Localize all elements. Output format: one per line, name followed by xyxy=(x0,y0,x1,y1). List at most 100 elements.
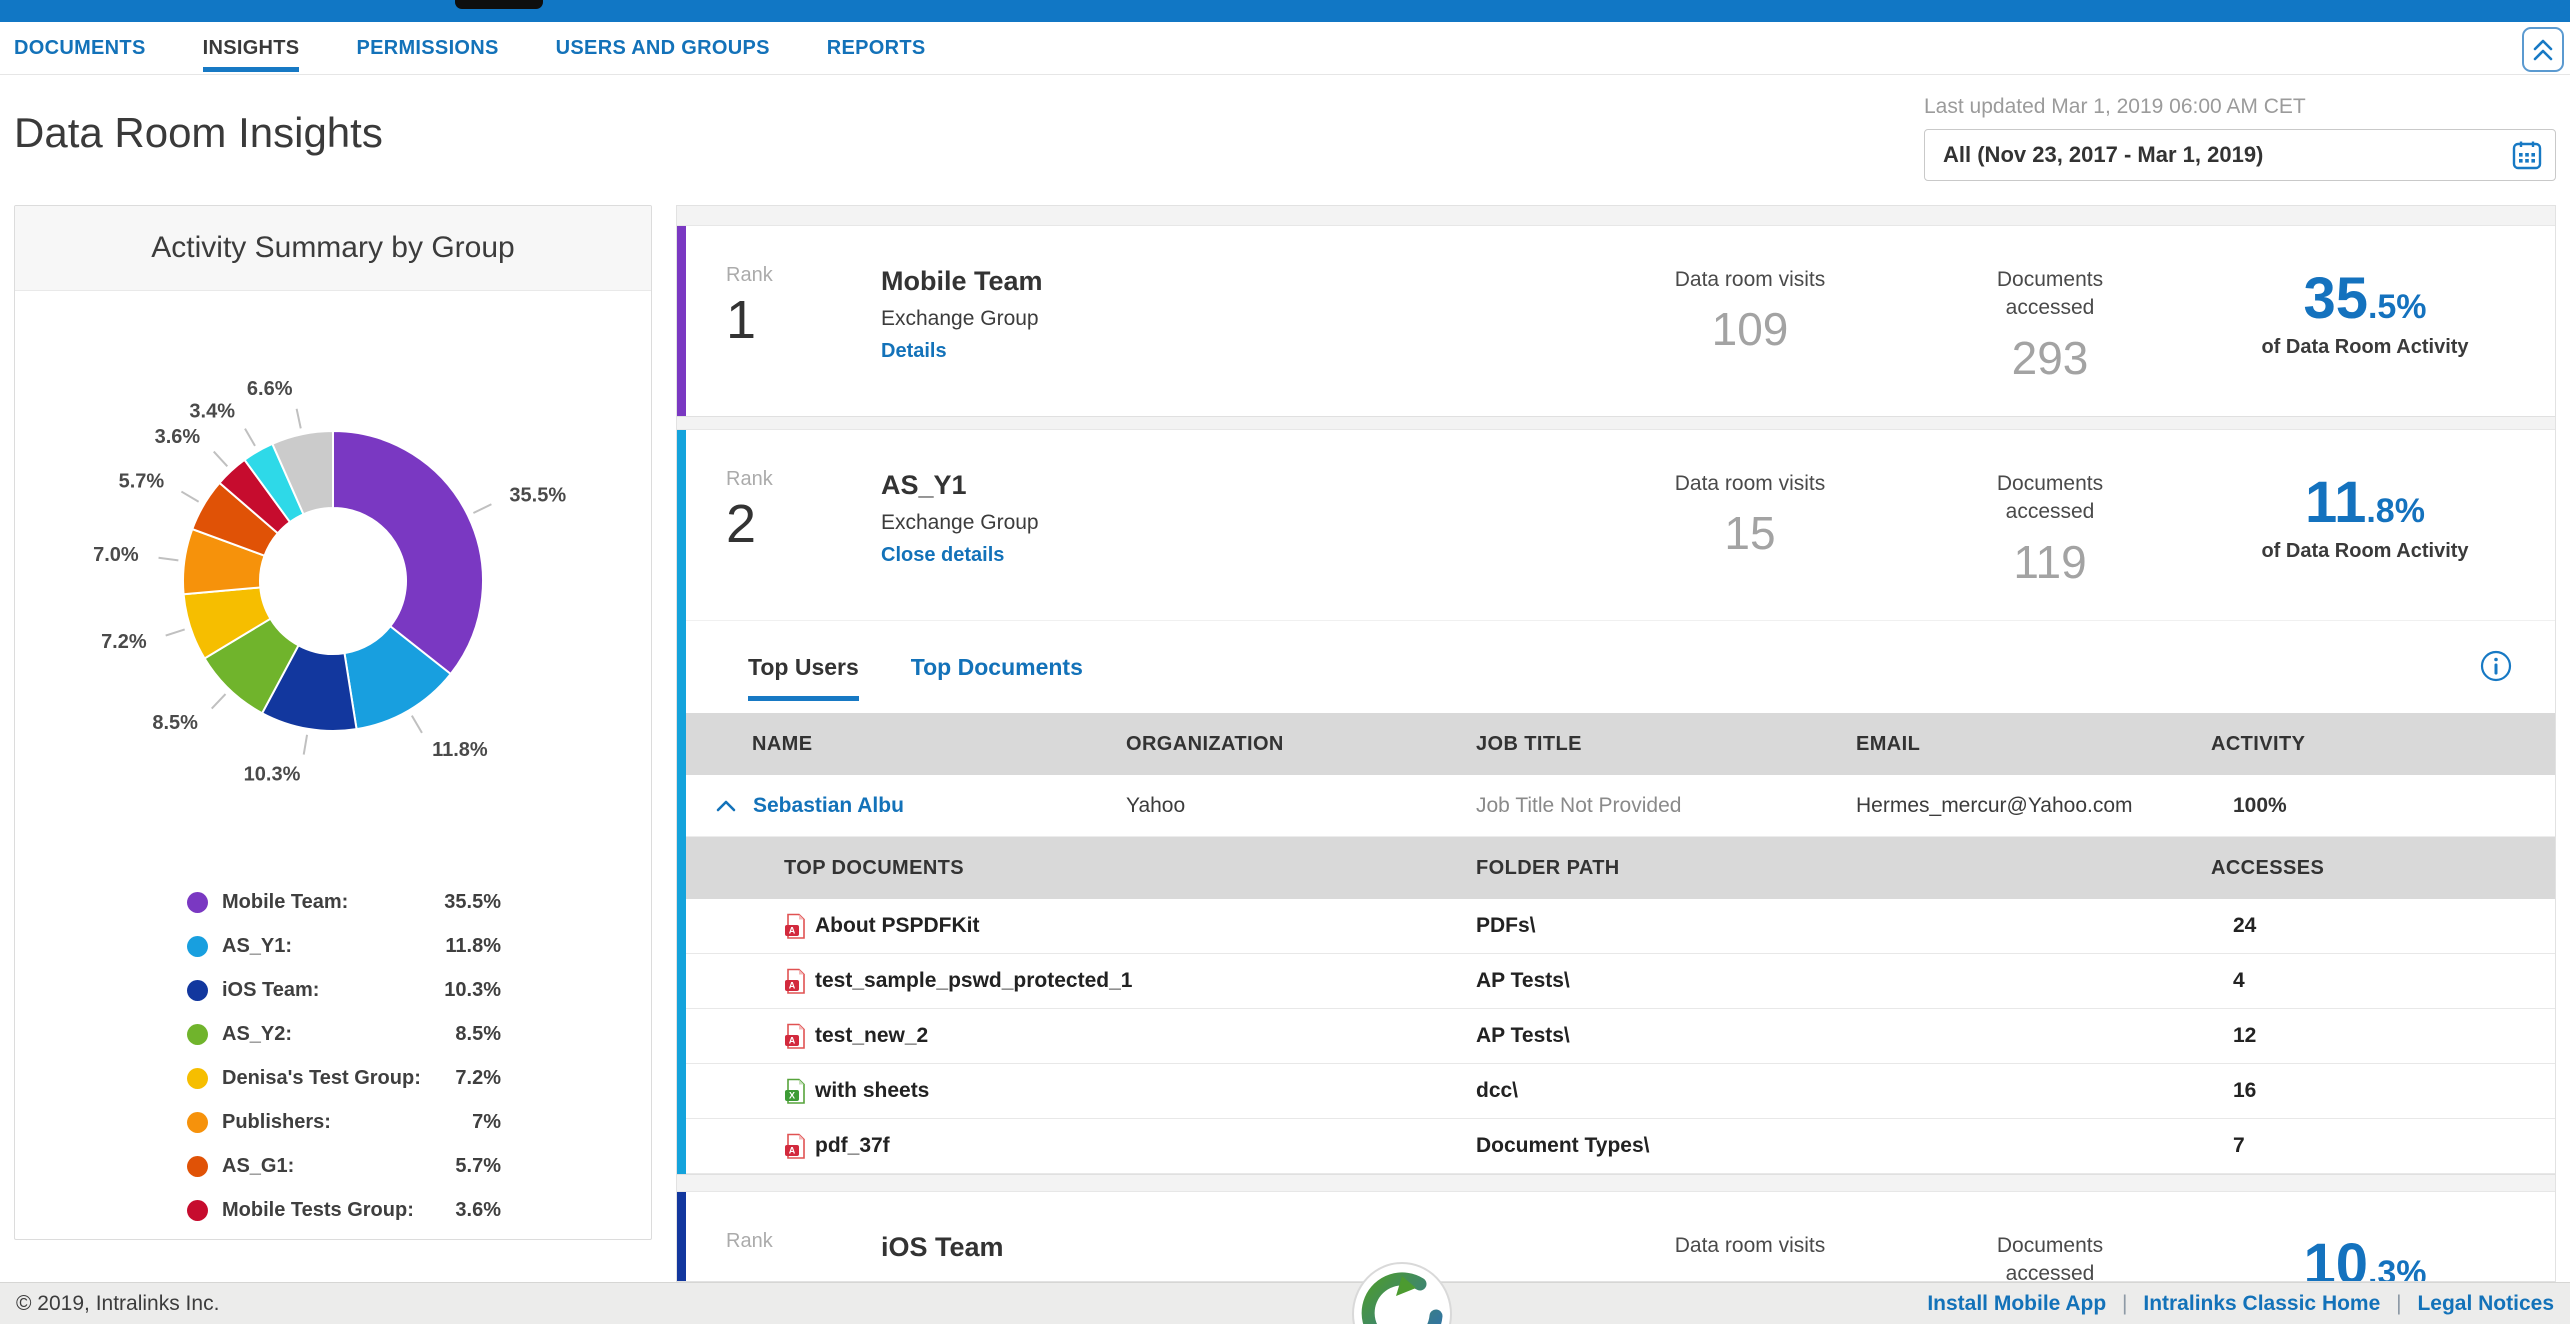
topbar-black-pill xyxy=(455,0,543,9)
footer-links: Install Mobile App | Intralinks Classic … xyxy=(1927,1292,2554,1316)
nav-tab-permissions[interactable]: PERMISSIONS xyxy=(356,22,498,74)
nav-tab-documents[interactable]: DOCUMENTS xyxy=(14,22,146,74)
legend-label: Mobile Tests Group: xyxy=(222,1199,455,1222)
pdf-file-icon: A xyxy=(784,913,807,940)
excel-file-icon: X xyxy=(784,1078,807,1105)
legend-color-dot xyxy=(187,1024,208,1045)
accesses-count: 4 xyxy=(2211,969,2555,993)
legend-color-dot xyxy=(187,936,208,957)
folder-path: AP Tests\ xyxy=(1476,969,2211,993)
legend-value: 11.8% xyxy=(445,935,501,958)
folder-path: PDFs\ xyxy=(1476,914,2211,938)
group-type: Exchange Group xyxy=(881,307,1600,331)
group-name: AS_Y1 xyxy=(881,470,1600,501)
documents-accessed-stat: Documents accessed 293 xyxy=(1900,264,2200,416)
chart-title: Activity Summary by Group xyxy=(15,206,651,291)
documents-table-body: A About PSPDFKit PDFs\24 Atest_sample_pswd_… xyxy=(686,899,2555,1174)
folder-path: Document Types\ xyxy=(1476,1134,2211,1158)
document-name: with sheets xyxy=(815,1079,929,1103)
legend-value: 10.3% xyxy=(444,979,501,1002)
chevron-up-icon[interactable] xyxy=(716,799,742,812)
activity-donut-chart: 35.5%11.8%10.3%8.5%7.2%7.0%5.7%3.6%3.4%6… xyxy=(15,291,652,851)
documents-table-header: TOP DOCUMENTS FOLDER PATH ACCESSES xyxy=(686,837,2555,899)
intralinks-logo xyxy=(1350,1262,1454,1324)
document-row[interactable]: Atest_sample_pswd_protected_1 AP Tests\4 xyxy=(686,954,2555,1009)
group-card-as-y1[interactable]: Rank 2 AS_Y1 Exchange Group Close detail… xyxy=(677,429,2555,1175)
group-color-bar xyxy=(677,1192,686,1282)
data-room-visits-stat: Data room visits 15 xyxy=(1600,468,1900,620)
user-row[interactable]: Sebastian Albu Yahoo Job Title Not Provi… xyxy=(686,775,2555,837)
legend-item: Mobile Team:35.5% xyxy=(187,880,501,924)
legend-color-dot xyxy=(187,892,208,913)
main-nav: DOCUMENTS INSIGHTS PERMISSIONS USERS AND… xyxy=(0,22,2570,75)
date-range-value: All (Nov 23, 2017 - Mar 1, 2019) xyxy=(1943,142,2263,168)
rank-label: Rank xyxy=(726,264,881,287)
last-updated-text: Last updated Mar 1, 2019 06:00 AM CET xyxy=(1924,95,2556,119)
document-name: test_sample_pswd_protected_1 xyxy=(815,969,1132,993)
accesses-count: 7 xyxy=(2211,1134,2555,1158)
group-type: Exchange Group xyxy=(881,511,1600,535)
label-leader-line xyxy=(214,452,228,467)
info-circle-icon[interactable] xyxy=(2479,649,2513,688)
activity-percent: 35.5% of Data Room Activity xyxy=(2200,264,2530,416)
label-leader-line xyxy=(304,735,307,755)
document-name: About PSPDFKit xyxy=(815,914,979,938)
rank-number: 1 xyxy=(726,293,881,347)
document-row[interactable]: Atest_new_2AP Tests\12 xyxy=(686,1009,2555,1064)
svg-text:A: A xyxy=(789,1145,796,1155)
slice-percent-label: 35.5% xyxy=(509,485,566,507)
install-mobile-app-link[interactable]: Install Mobile App xyxy=(1927,1292,2106,1315)
document-name: pdf_37f xyxy=(815,1134,890,1158)
donut-slice[interactable] xyxy=(333,431,483,674)
legend-item: AS_Y1:11.8% xyxy=(187,924,501,968)
legal-notices-link[interactable]: Legal Notices xyxy=(2417,1292,2554,1315)
legend-color-dot xyxy=(187,1112,208,1133)
intralinks-classic-home-link[interactable]: Intralinks Classic Home xyxy=(2143,1292,2380,1315)
tab-top-documents[interactable]: Top Documents xyxy=(911,621,1083,713)
group-card-ios-team[interactable]: Rank iOS Team Data room visits Documents… xyxy=(677,1191,2555,1282)
rank-label: Rank xyxy=(726,1230,881,1253)
documents-accessed-stat: Documents accessed 119 xyxy=(1900,468,2200,620)
accesses-count: 24 xyxy=(2211,914,2555,938)
users-table-header: NAME ORGANIZATION JOB TITLE EMAIL ACTIVI… xyxy=(686,713,2555,775)
close-details-link[interactable]: Close details xyxy=(881,544,1004,567)
document-row[interactable]: Xwith sheetsdcc\16 xyxy=(686,1064,2555,1119)
legend-item: Publishers:7% xyxy=(187,1100,501,1144)
top-blue-bar xyxy=(0,0,2570,22)
documents-accessed-stat: Documents accessed xyxy=(1900,1230,2200,1282)
folder-path: dcc\ xyxy=(1476,1079,2211,1103)
legend-label: AS_Y2: xyxy=(222,1023,455,1046)
legend-label: AS_Y1: xyxy=(222,935,445,958)
legend-color-dot xyxy=(187,1156,208,1177)
group-rank-list: Rank 1 Mobile Team Exchange Group Detail… xyxy=(676,205,2556,1282)
document-row[interactable]: Apdf_37f Document Types\7 xyxy=(686,1119,2555,1174)
label-leader-line xyxy=(473,504,491,513)
svg-text:A: A xyxy=(789,980,796,990)
date-range-select[interactable]: All (Nov 23, 2017 - Mar 1, 2019) xyxy=(1924,129,2556,181)
legend-label: Denisa's Test Group: xyxy=(222,1067,455,1090)
chart-legend: Mobile Team:35.5%AS_Y1:11.8%iOS Team:10.… xyxy=(187,880,501,1240)
collapse-panel-button[interactable] xyxy=(2522,27,2564,72)
slice-percent-label: 7.0% xyxy=(93,544,139,566)
tab-top-users[interactable]: Top Users xyxy=(748,621,859,713)
document-row[interactable]: A About PSPDFKit PDFs\24 xyxy=(686,899,2555,954)
user-activity: 100% xyxy=(2211,794,2555,818)
label-leader-line xyxy=(166,629,185,635)
legend-value: 35.5% xyxy=(444,891,501,914)
legend-label: Publishers: xyxy=(222,1111,472,1134)
page-title: Data Room Insights xyxy=(14,109,383,157)
legend-item: Mobile Tests Group:3.6% xyxy=(187,1188,501,1232)
legend-value: 5.7% xyxy=(455,1155,501,1178)
user-job-title: Job Title Not Provided xyxy=(1476,794,1856,818)
label-leader-line xyxy=(181,492,198,502)
details-link[interactable]: Details xyxy=(881,340,947,363)
calendar-icon[interactable] xyxy=(2511,139,2543,171)
legend-item: iOS Team:10.3% xyxy=(187,968,501,1012)
nav-tab-insights[interactable]: INSIGHTS xyxy=(203,22,300,74)
nav-tab-reports[interactable]: REPORTS xyxy=(827,22,926,74)
group-card-mobile-team[interactable]: Rank 1 Mobile Team Exchange Group Detail… xyxy=(677,225,2555,417)
legend-label: iOS Team: xyxy=(222,979,444,1002)
group-color-bar xyxy=(677,226,686,416)
user-name-link[interactable]: Sebastian Albu xyxy=(753,794,904,818)
nav-tab-users-and-groups[interactable]: USERS AND GROUPS xyxy=(556,22,770,74)
